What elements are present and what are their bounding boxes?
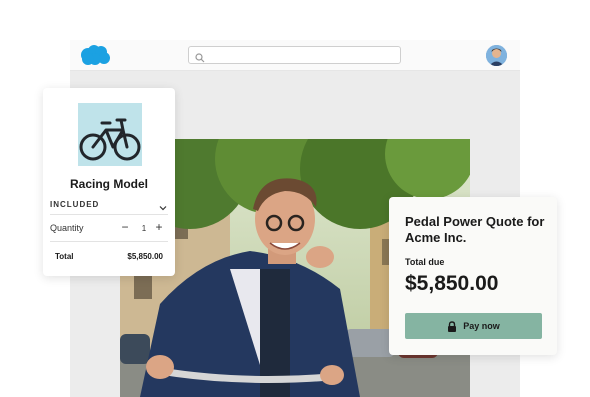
salesforce-logo-icon[interactable] — [79, 44, 111, 66]
top-bar — [70, 40, 520, 71]
included-label: INCLUDED — [50, 200, 100, 209]
search-input[interactable] — [211, 47, 396, 63]
pay-now-button[interactable]: Pay now — [405, 313, 542, 339]
chevron-down-icon — [158, 200, 168, 211]
included-toggle[interactable]: INCLUDED — [50, 199, 170, 213]
product-card: Racing Model INCLUDED Quantity − 1 + Tot… — [43, 88, 175, 276]
quote-card: Pedal Power Quote for Acme Inc. Total du… — [389, 197, 557, 355]
quantity-increment-button[interactable]: + — [152, 219, 166, 235]
total-label: Total — [55, 252, 74, 261]
quantity-label: Quantity — [50, 223, 84, 233]
search-icon — [195, 50, 207, 63]
search-box[interactable] — [188, 46, 401, 64]
bicycle-image — [78, 103, 142, 166]
lock-icon — [447, 320, 457, 332]
product-title: Racing Model — [69, 177, 148, 191]
quantity-decrement-button[interactable]: − — [118, 219, 132, 235]
total-due-label: Total due — [405, 257, 445, 267]
divider — [50, 214, 168, 215]
quote-title: Pedal Power Quote for Acme Inc. — [405, 214, 545, 245]
divider — [50, 241, 168, 242]
total-due-amount: $5,850.00 — [405, 272, 499, 295]
total-value: $5,850.00 — [127, 252, 163, 261]
quantity-value[interactable]: 1 — [137, 224, 151, 233]
pay-now-label: Pay now — [463, 321, 500, 331]
avatar[interactable] — [486, 45, 507, 66]
